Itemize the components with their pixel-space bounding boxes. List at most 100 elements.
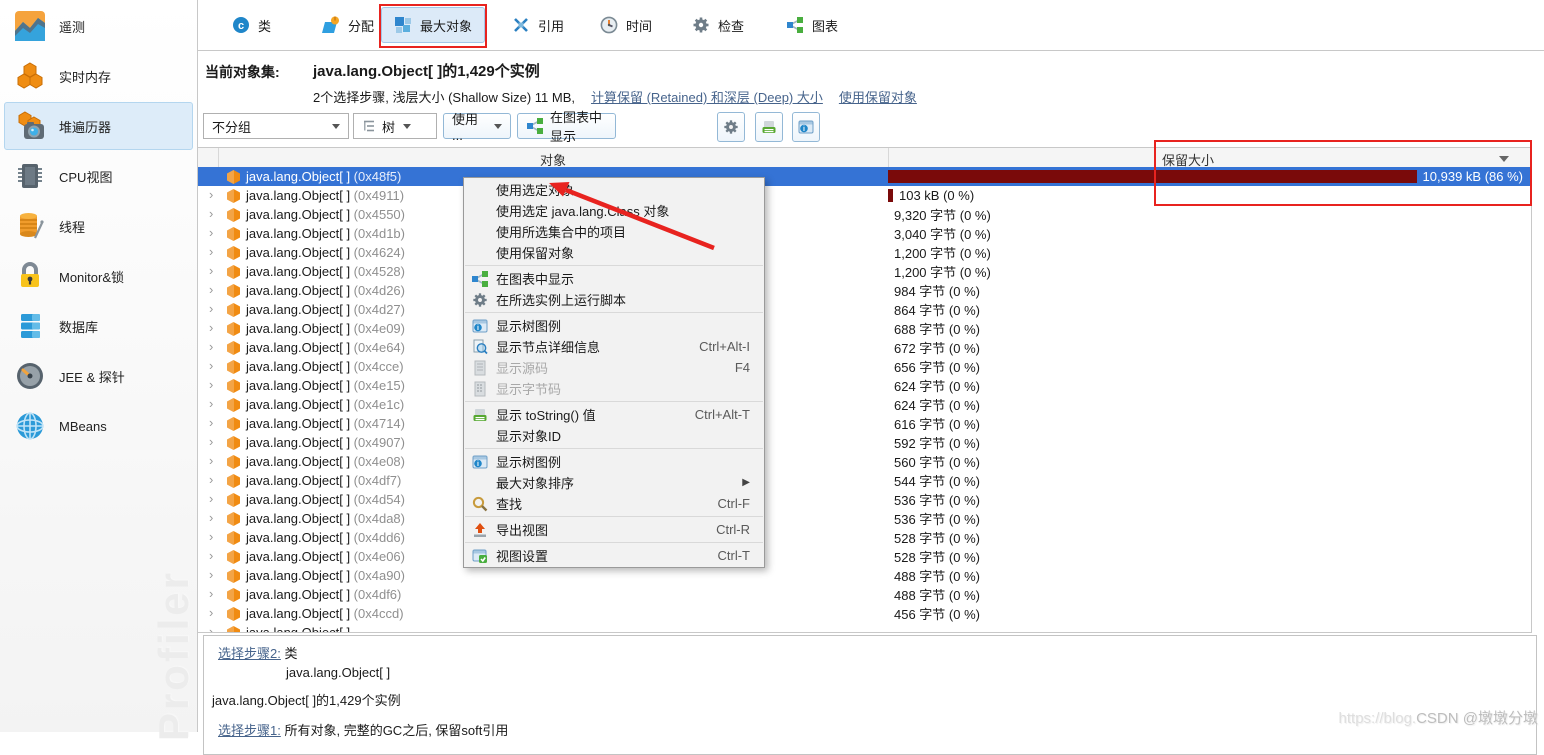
table-row[interactable]: ›java.lang.Object[ ] (0x4cce)656 字节 (0 %… <box>197 357 1531 376</box>
menu-item-20[interactable]: 导出视图Ctrl-R <box>464 519 764 540</box>
expand-chevron-icon[interactable]: › <box>209 548 213 563</box>
table-row[interactable]: ›java.lang.Object[ ] (0x4e1c)624 字节 (0 %… <box>197 395 1531 414</box>
expand-chevron-icon[interactable]: › <box>209 510 213 525</box>
sidebar-item-3[interactable]: CPU视图 <box>4 152 193 200</box>
menu-item-13[interactable]: 显示 toString() 值Ctrl+Alt-T <box>464 404 764 425</box>
table-row[interactable]: ›java.lang.Object[ ] (0x4e64)672 字节 (0 %… <box>197 338 1531 357</box>
svg-text:i: i <box>477 461 479 468</box>
table-row[interactable]: ›java.lang.Object[ ] (0x4d27)864 字节 (0 %… <box>197 300 1531 319</box>
expand-chevron-icon[interactable]: › <box>209 434 213 449</box>
selection-step2-link[interactable]: 选择步骤2: <box>218 646 281 661</box>
table-row[interactable]: › java.lang.Object[ ] (0x4da8) 536 字节 (0 %… <box>197 509 1531 528</box>
expand-chevron-icon[interactable]: › <box>209 472 213 487</box>
table-row[interactable]: ›java.lang.Object[ ] <box>197 623 1531 633</box>
table-row[interactable]: ›java.lang.Object[ ] (0x4550)9,320 字节 (0… <box>197 205 1531 224</box>
table-row[interactable]: ›java.lang.Object[ ] (0x4d54)536 字节 (0 %… <box>197 490 1531 509</box>
table-row[interactable]: ›java.lang.Object[ ] (0x4df6)488 字节 (0 %… <box>197 585 1531 604</box>
menu-item-6[interactable]: 在所选实例上运行脚本 <box>464 289 764 310</box>
sidebar-item-0[interactable]: 遥测 <box>4 2 193 50</box>
table-row[interactable]: ›java.lang.Object[ ] (0x4528)1,200 字节 (0… <box>197 262 1531 281</box>
table-row[interactable]: ›java.lang.Object[ ] (0x4a90)488 字节 (0 %… <box>197 566 1531 585</box>
menu-item-17[interactable]: 最大对象排序▶ <box>464 472 764 493</box>
tostring-button[interactable] <box>755 112 783 142</box>
retained-size-value: 536 字节 (0 %) <box>894 509 980 528</box>
object-name: java.lang.Object[ ] (0x4907) <box>246 435 405 450</box>
table-row[interactable]: ›java.lang.Object[ ] (0x4907)592 字节 (0 %… <box>197 433 1531 452</box>
sidebar-item-8[interactable]: MBeans <box>4 402 193 450</box>
menu-item-14[interactable]: 显示对象ID <box>464 425 764 446</box>
sidebar-item-7[interactable]: JEE & 探针 <box>4 352 193 400</box>
table-row[interactable]: ›java.lang.Object[ ] (0x4ccd)456 字节 (0 %… <box>197 604 1531 623</box>
retained-size-value: 3,040 字节 (0 %) <box>894 224 991 243</box>
table-row[interactable]: ›java.lang.Object[ ] (0x4e08)560 字节 (0 %… <box>197 452 1531 471</box>
retained-size-cell: 528 字节 (0 %) <box>888 528 1531 547</box>
tab-1[interactable]: 分配 <box>309 7 387 43</box>
expand-chevron-icon[interactable]: › <box>209 415 213 430</box>
expand-chevron-icon[interactable]: › <box>209 605 213 620</box>
expand-chevron-icon[interactable]: › <box>209 358 213 373</box>
view-mode-dropdown[interactable]: 树 <box>353 113 437 139</box>
expand-chevron-icon[interactable]: › <box>209 453 213 468</box>
sidebar-item-1[interactable]: 实时内存 <box>4 52 193 100</box>
tab-4[interactable]: 时间 <box>587 7 665 43</box>
menu-item-18[interactable]: 查找Ctrl-F <box>464 493 764 514</box>
expand-chevron-icon[interactable]: › <box>209 225 213 240</box>
table-row[interactable]: ›java.lang.Object[ ] (0x4dd6)528 字节 (0 %… <box>197 528 1531 547</box>
expand-chevron-icon[interactable]: › <box>209 586 213 601</box>
use-retained-objects-link[interactable]: 使用保留对象 <box>839 90 917 105</box>
expand-chevron-icon[interactable]: › <box>209 491 213 506</box>
table-row[interactable]: ›java.lang.Object[ ] (0x4d1b)3,040 字节 (0… <box>197 224 1531 243</box>
sidebar-item-6[interactable]: 数据库 <box>4 302 193 350</box>
retained-size-value: 528 字节 (0 %) <box>894 547 980 566</box>
expand-chevron-icon[interactable]: › <box>209 567 213 582</box>
expand-chevron-icon[interactable]: › <box>209 206 213 221</box>
expand-chevron-icon[interactable]: › <box>209 320 213 335</box>
grouping-dropdown[interactable]: 不分组 <box>203 113 349 139</box>
tab-6[interactable]: 图表 <box>773 7 851 43</box>
table-row[interactable]: ›java.lang.Object[ ] (0x4714)616 字节 (0 %… <box>197 414 1531 433</box>
use-button[interactable]: 使用 ... <box>443 113 511 139</box>
sidebar-item-4[interactable]: 线程 <box>4 202 193 250</box>
menu-item-label: 显示树图例 <box>496 316 561 335</box>
retained-size-value: 672 字节 (0 %) <box>894 338 980 357</box>
expand-chevron-icon[interactable]: › <box>209 529 213 544</box>
expand-chevron-icon[interactable]: › <box>209 301 213 316</box>
expand-chevron-icon[interactable]: › <box>209 624 213 633</box>
expand-chevron-icon[interactable]: › <box>209 263 213 278</box>
table-row[interactable]: ›java.lang.Object[ ] (0x4df7)544 字节 (0 %… <box>197 471 1531 490</box>
tab-5[interactable]: 检查 <box>679 7 757 43</box>
object-address: (0x4e1c) <box>350 397 404 412</box>
object-name: java.lang.Object[ ] (0x4da8) <box>246 511 405 526</box>
menu-item-8[interactable]: i显示树图例 <box>464 315 764 336</box>
selection-steps-panel: 选择步骤2: 类 java.lang.Object[ ] java.lang.O… <box>203 635 1537 755</box>
expand-chevron-icon[interactable]: › <box>209 187 213 202</box>
menu-item-5[interactable]: 在图表中显示 <box>464 268 764 289</box>
retained-size-value: 9,320 字节 (0 %) <box>894 205 991 224</box>
menu-item-9[interactable]: 显示节点详细信息Ctrl+Alt-I <box>464 336 764 357</box>
expand-chevron-icon[interactable]: › <box>209 377 213 392</box>
sidebar-item-5[interactable]: Monitor&锁 <box>4 252 193 300</box>
menu-item-16[interactable]: i显示树图例 <box>464 451 764 472</box>
show-in-graph-button[interactable]: 在图表中显示 <box>517 113 616 139</box>
expand-chevron-icon[interactable]: › <box>209 282 213 297</box>
view-settings-button[interactable] <box>717 112 745 142</box>
table-row[interactable]: ›java.lang.Object[ ] (0x4e15)624 字节 (0 %… <box>197 376 1531 395</box>
selection-step1-link[interactable]: 选择步骤1: <box>218 723 281 738</box>
table-row[interactable]: ›java.lang.Object[ ] (0x4d26)984 字节 (0 %… <box>197 281 1531 300</box>
legend-button[interactable]: i <box>792 112 820 142</box>
table-row[interactable]: ›java.lang.Object[ ] (0x4e06)528 字节 (0 %… <box>197 547 1531 566</box>
expand-chevron-icon[interactable]: › <box>209 244 213 259</box>
tab-3[interactable]: 引用 <box>499 7 577 43</box>
expand-chevron-icon[interactable]: › <box>209 339 213 354</box>
table-row[interactable]: ›java.lang.Object[ ] (0x4624)1,200 字节 (0… <box>197 243 1531 262</box>
menu-item-22[interactable]: 视图设置Ctrl-T <box>464 545 764 566</box>
table-row[interactable]: ›java.lang.Object[ ] (0x4e09)688 字节 (0 %… <box>197 319 1531 338</box>
class-icon: c <box>232 16 250 34</box>
object-name: java.lang.Object[ ] (0x4e15) <box>246 378 405 393</box>
sidebar-item-2[interactable]: 堆遍历器 <box>4 102 193 150</box>
calculate-retained-link[interactable]: 计算保留 (Retained) 和深层 (Deep) 大小 <box>591 90 823 105</box>
retained-size-cell: 9,320 字节 (0 %) <box>888 205 1531 224</box>
retained-size-cell: 616 字节 (0 %) <box>888 414 1531 433</box>
tab-0[interactable]: c类 <box>219 7 284 43</box>
expand-chevron-icon[interactable]: › <box>209 396 213 411</box>
